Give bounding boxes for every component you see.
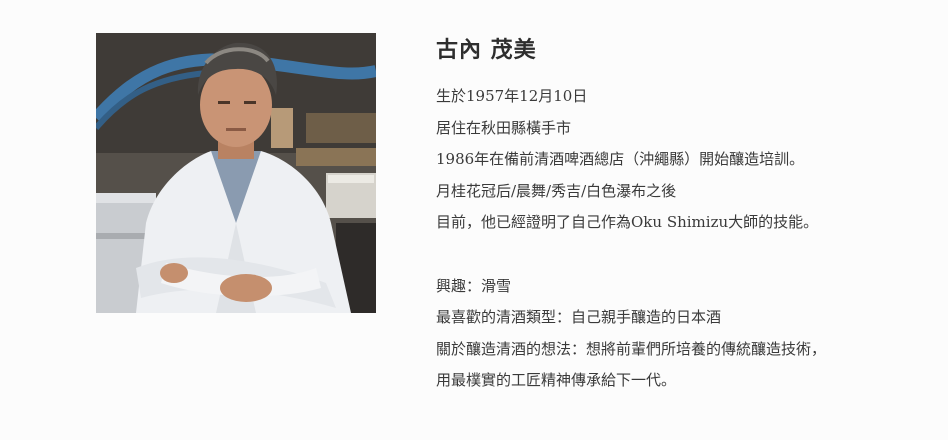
detail-favorite-sake: 最喜歡的清酒類型：自己親手釀造的日本酒 xyxy=(436,308,722,326)
bio-career: 月桂花冠后/晨舞/秀吉/白色瀑布之後 xyxy=(436,181,677,200)
detail-hobby: 興趣：滑雪 xyxy=(436,276,512,295)
bio-current: 目前，他已經證明了自己作為Oku Shimizu大師的技能。 xyxy=(436,213,819,231)
bio-training: 1986年在備前清酒啤酒總店（沖繩縣）開始釀造培訓。 xyxy=(436,150,805,168)
brewer-name: 古內 茂美 xyxy=(436,37,537,63)
brewer-profile: 古內 茂美 生於1957年12月10日 居住在秋田縣橫手市 1986年在備前清酒… xyxy=(0,0,948,440)
bio-residence: 居住在秋田縣橫手市 xyxy=(436,118,572,137)
bio-section: 生於1957年12月10日 居住在秋田縣橫手市 1986年在備前清酒啤酒總店（沖… xyxy=(436,81,936,397)
detail-thoughts: 關於釀造清酒的想法：想將前輩們所培養的傳統釀造技術， xyxy=(436,339,827,358)
profile-info: 古內 茂美 生於1957年12月10日 居住在秋田縣橫手市 1986年在備前清酒… xyxy=(436,33,936,397)
detail-thoughts-continued: 用最樸實的工匠精神傳承給下一代。 xyxy=(436,371,677,389)
brewer-portrait-image xyxy=(96,33,376,313)
bio-birth-date: 生於1957年12月10日 xyxy=(436,87,588,105)
brewer-photo xyxy=(96,33,376,313)
